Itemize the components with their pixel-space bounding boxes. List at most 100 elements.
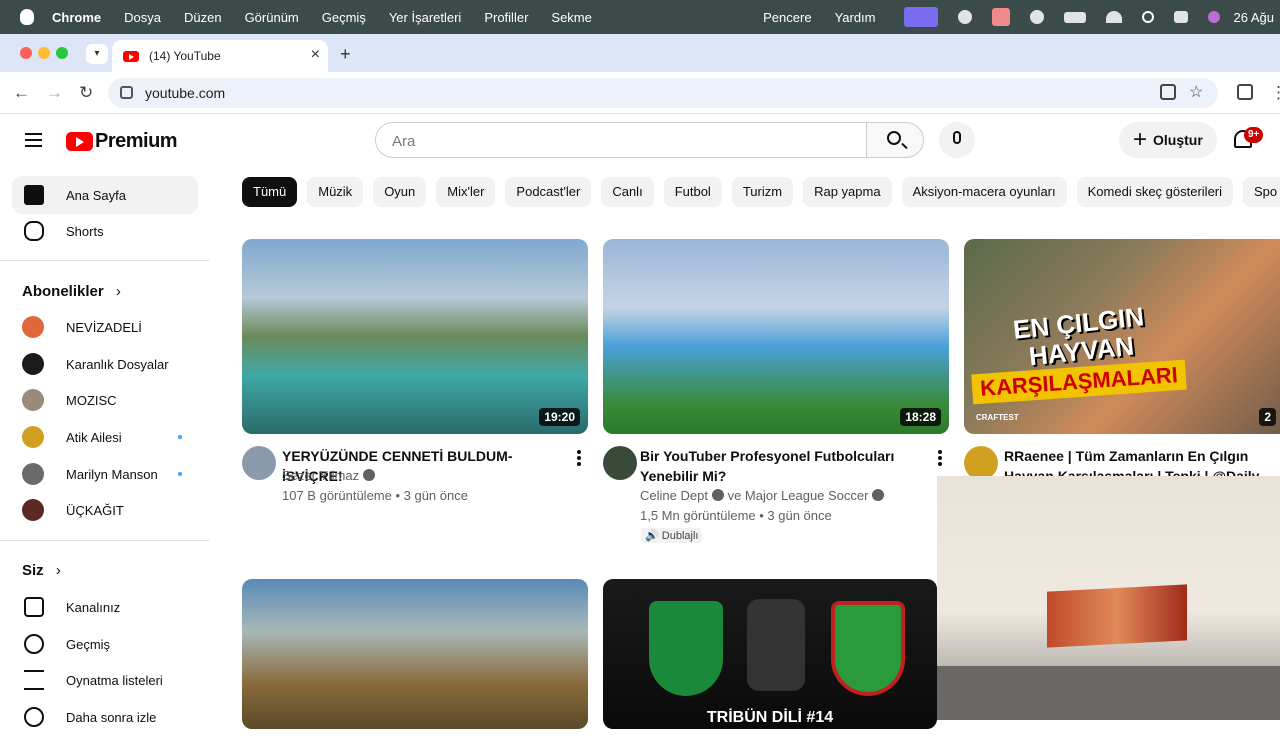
siri-icon[interactable]	[1207, 11, 1220, 23]
channel-avatar[interactable]	[964, 446, 998, 480]
chip[interactable]: Komedi skeç gösterileri	[1076, 177, 1234, 207]
sidebar-item-label: Ana Sayfa	[66, 187, 126, 203]
sidebar-item-your-channel[interactable]: Kanalınız	[12, 588, 198, 626]
menu-sekme[interactable]: Sekme	[551, 10, 591, 25]
avatar	[22, 463, 44, 485]
video-thumbnail[interactable]: EN ÇILGIN HAYVAN KARŞILAŞMALARI CRAFTEST…	[964, 239, 1280, 434]
chip[interactable]: Futbol	[663, 177, 722, 207]
create-button[interactable]: + Oluştur	[1119, 122, 1217, 158]
chip[interactable]: Müzik	[307, 177, 364, 207]
sidebar-divider	[0, 540, 210, 541]
sidebar-item-subscription[interactable]: ÜÇKAĞIT	[12, 491, 198, 529]
menu-profiller[interactable]: Profiller	[484, 10, 528, 25]
sidebar-item-label: Kanalınız	[66, 599, 121, 615]
menu-gecmis[interactable]: Geçmiş	[322, 10, 366, 25]
video-stats: 1,5 Mn görüntüleme • 3 gün önce	[640, 508, 832, 523]
browser-menu-icon[interactable]: ⋮	[1270, 84, 1280, 102]
app-icon[interactable]	[991, 8, 1010, 26]
zoom-window-button[interactable]	[56, 47, 68, 59]
screen-share-icon[interactable]	[903, 7, 938, 27]
dubbed-badge: 🔊 Dublajlı	[641, 528, 703, 543]
video-thumbnail[interactable]	[242, 579, 588, 729]
sidebar-item-shorts[interactable]: Shorts	[12, 212, 198, 250]
address-bar[interactable]: youtube.com	[108, 78, 1218, 108]
new-tab-plus-icon[interactable]: +	[340, 44, 351, 65]
video-thumbnail[interactable]: 18:28	[603, 239, 949, 434]
search-button[interactable]	[866, 122, 924, 158]
voice-search-button[interactable]	[939, 122, 975, 158]
sidebar-item-home[interactable]: Ana Sayfa	[12, 176, 198, 214]
subscription-label: Marilyn Manson	[66, 466, 158, 482]
menu-duzen[interactable]: Düzen	[184, 10, 222, 25]
chip[interactable]: Oyun	[373, 177, 427, 207]
sidebar-item-subscription[interactable]: Atik Ailesi	[12, 418, 198, 456]
control-center-icon[interactable]	[1173, 11, 1188, 23]
filter-chips-bar: Tümü Müzik Oyun Mix'ler Podcast'ler Canlı Futb…	[242, 177, 1280, 207]
channel-avatar[interactable]	[242, 446, 276, 480]
video-thumbnail[interactable]: TRİBÜN DİLİ #14	[603, 579, 937, 729]
browser-tab-youtube[interactable]: (14) YouTube ×	[112, 40, 328, 72]
avatar	[22, 316, 44, 338]
install-app-icon[interactable]	[1160, 84, 1176, 100]
minimize-window-button[interactable]	[38, 47, 50, 59]
video-title-line-1[interactable]: Bir YouTuber Profesyonel Futbolcuları	[640, 446, 930, 466]
video-channel[interactable]: Celine Dept ve Major League Soccer	[640, 486, 885, 506]
chip[interactable]: Spo	[1243, 177, 1280, 207]
sidebar-item-subscription[interactable]: Karanlık Dosyalar	[12, 345, 198, 383]
menu-yardim[interactable]: Yardım	[835, 10, 876, 25]
sidebar-item-watch-later[interactable]: Daha sonra izle	[12, 698, 198, 736]
menu-yer-isaretleri[interactable]: Yer İşaretleri	[389, 10, 462, 25]
chip-all[interactable]: Tümü	[242, 177, 298, 207]
reload-icon[interactable]: ↻	[79, 84, 93, 102]
sidebar-item-subscription[interactable]: Marilyn Manson	[12, 455, 198, 493]
youtube-premium-logo[interactable]: Premium	[66, 130, 178, 153]
menu-pencere[interactable]: Pencere	[763, 10, 811, 25]
chip[interactable]: Rap yapma	[803, 177, 892, 207]
extensions-icon[interactable]	[1237, 84, 1253, 100]
tab-close-icon[interactable]: ×	[311, 47, 320, 63]
status-icon[interactable]	[957, 10, 972, 24]
forward-arrow-icon[interactable]: →	[46, 84, 63, 102]
avatar	[22, 353, 44, 375]
channel-avatar[interactable]	[603, 446, 637, 480]
sidebar-item-history[interactable]: Geçmiş	[12, 625, 198, 663]
menu-gorunum[interactable]: Görünüm	[245, 10, 299, 25]
more-options-icon[interactable]	[577, 450, 581, 466]
youtube-logo-icon	[66, 132, 93, 151]
spotlight-icon[interactable]	[1141, 11, 1154, 23]
menu-dosya[interactable]: Dosya	[124, 10, 161, 25]
menu-app-name[interactable]: Chrome	[52, 10, 101, 25]
chip[interactable]: Mix'ler	[436, 177, 496, 207]
site-info-icon[interactable]	[120, 86, 133, 99]
you-heading[interactable]: Siz ›	[22, 562, 61, 579]
search-input[interactable]: Ara	[375, 122, 867, 158]
video-thumbnail[interactable]: 19:20	[242, 239, 588, 434]
avatar	[22, 426, 44, 448]
apple-icon[interactable]	[20, 9, 34, 25]
hamburger-menu-icon[interactable]	[25, 133, 42, 147]
tab-search-chevron-icon[interactable]: ▾	[86, 44, 108, 64]
sidebar-item-label: Shorts	[66, 223, 104, 239]
more-options-icon[interactable]	[938, 450, 942, 466]
new-content-dot	[178, 435, 182, 439]
avatar-status-icon[interactable]	[1029, 10, 1044, 24]
chip[interactable]: Podcast'ler	[505, 177, 592, 207]
close-window-button[interactable]	[20, 47, 32, 59]
wifi-icon[interactable]	[1105, 11, 1122, 23]
subscriptions-heading[interactable]: Abonelikler ›	[22, 283, 121, 300]
video-title-line-2[interactable]: Yenebilir Mi?	[640, 466, 930, 486]
chip[interactable]: Canlı	[601, 177, 654, 207]
shorts-icon	[24, 221, 44, 241]
sidebar-item-playlists[interactable]: Oynatma listeleri	[12, 661, 198, 699]
back-arrow-icon[interactable]: ←	[13, 84, 30, 102]
video-channel[interactable]: Sezer Yılmaz	[282, 466, 376, 486]
address-url[interactable]: youtube.com	[145, 85, 225, 101]
menubar-date[interactable]: 26 Ağu	[1234, 10, 1275, 25]
battery-icon[interactable]	[1063, 11, 1086, 23]
chip[interactable]: Turizm	[731, 177, 794, 207]
chip[interactable]: Aksiyon-macera oyunları	[901, 177, 1067, 207]
bookmark-star-icon[interactable]: ☆	[1189, 84, 1203, 102]
sidebar-item-subscription[interactable]: MOZISC	[12, 381, 198, 419]
sidebar-item-subscription[interactable]: NEVİZADELİ	[12, 308, 198, 346]
video-title-line-1[interactable]: RRaenee | Tüm Zamanların En Çılgın	[1004, 446, 1280, 466]
